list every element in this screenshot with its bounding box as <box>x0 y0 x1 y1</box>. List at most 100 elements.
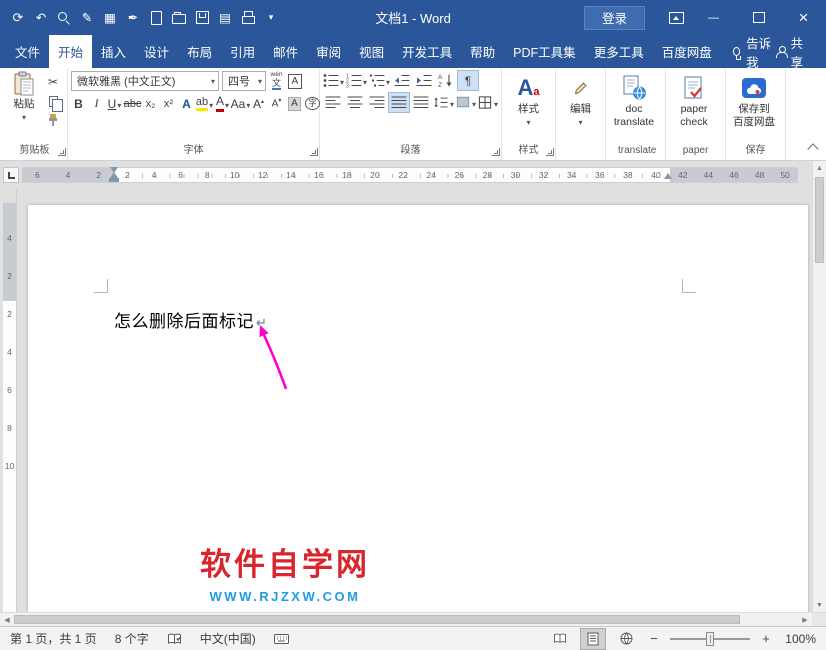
shading-button[interactable] <box>456 93 476 112</box>
phonetic-guide-button[interactable]: wén 文 <box>269 72 284 91</box>
styles-dialog-launcher[interactable] <box>546 148 554 156</box>
bold-button[interactable]: B <box>71 94 86 113</box>
tell-me-button[interactable]: 告诉我 <box>733 35 775 68</box>
copy-button[interactable] <box>43 92 63 110</box>
zoom-slider[interactable] <box>670 632 750 646</box>
scroll-up-icon[interactable] <box>813 161 826 175</box>
character-border-button[interactable]: A <box>287 72 303 91</box>
sort-button[interactable]: AZ <box>436 71 456 90</box>
bullets-button[interactable] <box>323 71 344 90</box>
tab-references[interactable]: 引用 <box>221 35 264 68</box>
zoom-level[interactable]: 100% <box>782 632 816 646</box>
ink-pen-icon[interactable] <box>125 9 141 27</box>
font-dialog-launcher[interactable] <box>310 148 318 156</box>
scroll-down-icon[interactable] <box>813 598 826 612</box>
character-shading-button[interactable]: A <box>287 94 302 113</box>
tab-view[interactable]: 视图 <box>350 35 393 68</box>
horizontal-scrollbar-thumb[interactable] <box>14 615 740 624</box>
web-layout-button[interactable] <box>614 629 638 649</box>
enclose-characters-button[interactable]: 字 <box>305 94 320 113</box>
tab-design[interactable]: 设计 <box>135 35 178 68</box>
word-count[interactable]: 8 个字 <box>115 630 149 647</box>
increase-indent-button[interactable] <box>414 71 434 90</box>
document-page[interactable]: 怎么删除后面标记↵ 软件自学网 WWW.RJZXW.COM <box>28 205 808 612</box>
share-button[interactable]: 共享 <box>775 35 810 68</box>
format-painter-icon[interactable] <box>79 9 95 27</box>
format-painter-button[interactable] <box>43 111 63 129</box>
horizontal-scrollbar[interactable] <box>0 612 826 626</box>
ribbon-display-options-icon[interactable] <box>661 0 691 35</box>
save-icon[interactable] <box>194 9 210 27</box>
distribute-button[interactable] <box>411 93 431 112</box>
tab-layout[interactable]: 布局 <box>178 35 221 68</box>
show-hide-marks-button[interactable] <box>458 71 478 90</box>
borders-button[interactable] <box>478 93 498 112</box>
read-mode-button[interactable] <box>548 629 572 649</box>
undo-icon[interactable] <box>33 9 49 27</box>
numbering-button[interactable]: 123 <box>346 71 367 90</box>
strikethrough-button[interactable]: abc <box>125 94 140 113</box>
page-indicator[interactable]: 第 1 页，共 1 页 <box>10 630 97 647</box>
keyboard-icon[interactable] <box>274 634 289 644</box>
new-document-icon[interactable] <box>148 9 164 27</box>
align-right-button[interactable] <box>367 93 387 112</box>
language-indicator[interactable]: 中文(中国) <box>200 630 256 647</box>
font-name-combobox[interactable]: 微软雅黑 (中文正文) <box>71 71 219 91</box>
tab-more-tools[interactable]: 更多工具 <box>585 35 653 68</box>
save-to-baidu-netdisk-button[interactable]: 保存到 百度网盘 <box>729 71 779 143</box>
line-spacing-button[interactable] <box>433 93 454 112</box>
zoom-out-button[interactable]: − <box>647 631 661 646</box>
change-case-button[interactable]: Aa <box>233 94 248 113</box>
open-folder-icon[interactable] <box>171 9 187 27</box>
search-icon[interactable] <box>56 9 72 27</box>
sync-icon[interactable] <box>10 9 26 27</box>
editing-button[interactable]: 编辑 <box>559 71 602 143</box>
left-indent-marker[interactable] <box>109 178 119 182</box>
horizontal-ruler[interactable]: 642 246810121416182022242628303234363840… <box>22 167 798 183</box>
qat-customize-icon[interactable] <box>263 9 279 27</box>
tab-stop-selector[interactable] <box>3 167 19 183</box>
collapse-ribbon-icon[interactable] <box>807 143 818 154</box>
text-effects-button[interactable]: A <box>179 94 194 113</box>
tab-developer[interactable]: 开发工具 <box>393 35 461 68</box>
tab-file[interactable]: 文件 <box>6 35 49 68</box>
doc-translate-button[interactable]: doc translate <box>609 71 659 143</box>
paragraph-dialog-launcher[interactable] <box>492 148 500 156</box>
print-preview-icon[interactable] <box>217 9 233 27</box>
zoom-slider-thumb[interactable] <box>706 632 714 646</box>
clipboard-dialog-launcher[interactable] <box>58 148 66 156</box>
paper-check-button[interactable]: paper check <box>669 71 719 143</box>
tab-insert[interactable]: 插入 <box>92 35 135 68</box>
minimize-button[interactable] <box>691 0 736 35</box>
maximize-button[interactable] <box>736 0 781 35</box>
paste-button[interactable]: 粘贴 <box>5 71 43 143</box>
align-center-button[interactable] <box>345 93 365 112</box>
tab-home[interactable]: 开始 <box>49 35 92 68</box>
print-icon[interactable] <box>240 9 256 27</box>
login-button[interactable]: 登录 <box>584 6 645 30</box>
vertical-scrollbar[interactable] <box>812 161 826 612</box>
vertical-ruler[interactable]: 42246810 <box>3 189 17 612</box>
tab-baidu-netdisk[interactable]: 百度网盘 <box>653 35 721 68</box>
zoom-in-button[interactable]: + <box>759 631 773 646</box>
tab-help[interactable]: 帮助 <box>461 35 504 68</box>
styles-button[interactable]: A 样式 <box>505 71 552 143</box>
table-draw-icon[interactable] <box>102 9 118 27</box>
grow-font-button[interactable]: A <box>251 94 266 113</box>
align-left-button[interactable] <box>323 93 343 112</box>
print-layout-button[interactable] <box>581 629 605 649</box>
multilevel-list-button[interactable] <box>369 71 390 90</box>
justify-button[interactable] <box>389 93 409 112</box>
superscript-button[interactable]: x² <box>161 94 176 113</box>
scroll-left-icon[interactable] <box>0 613 14 626</box>
font-size-combobox[interactable]: 四号 <box>222 71 266 91</box>
close-button[interactable] <box>781 0 826 35</box>
tab-pdf-tools[interactable]: PDF工具集 <box>504 35 585 68</box>
shrink-font-button[interactable]: A <box>269 94 284 113</box>
tab-review[interactable]: 审阅 <box>307 35 350 68</box>
cut-button[interactable] <box>43 73 63 91</box>
right-indent-marker[interactable] <box>664 173 672 179</box>
vertical-scrollbar-thumb[interactable] <box>815 177 824 263</box>
proofing-book-icon[interactable] <box>167 633 182 645</box>
scroll-right-icon[interactable] <box>798 613 812 626</box>
